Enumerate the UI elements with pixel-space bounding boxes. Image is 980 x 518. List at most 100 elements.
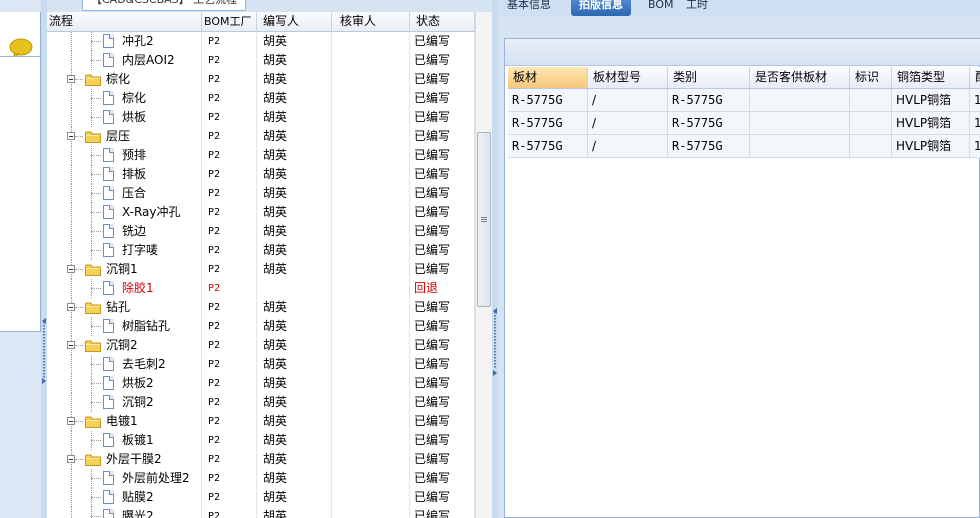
collapse-toggle-icon[interactable]	[67, 455, 75, 463]
collapse-toggle-icon[interactable]	[67, 265, 75, 273]
material-cell[interactable]: 1	[970, 112, 980, 134]
material-row[interactable]: R-5775G/R-5775G HVLP铜箔1	[508, 135, 980, 158]
material-cell[interactable]: R-5775G	[508, 112, 588, 134]
splitter-grip[interactable]	[43, 322, 45, 378]
expand-right-arrow-icon[interactable]	[493, 370, 497, 376]
material-cell[interactable]: HVLP铜箔	[892, 89, 970, 111]
tree-row[interactable]: 除胶1 P2 回退	[47, 279, 475, 298]
tree-row[interactable]: 层压 P2 胡英 已编写	[47, 127, 475, 146]
tree-row[interactable]: 贴膜2 P2 胡英 已编写	[47, 488, 475, 507]
tree-row[interactable]: 冲孔2 P2 胡英 已编写	[47, 32, 475, 51]
material-cell[interactable]: 1	[970, 135, 980, 157]
tree-row[interactable]: 预排 P2 胡英 已编写	[47, 146, 475, 165]
tree-title-tab[interactable]: 【CAD&CSCBAS】 工艺流程	[82, 0, 247, 11]
tree-row[interactable]: 排板 P2 胡英 已编写	[47, 165, 475, 184]
material-cell[interactable]	[850, 135, 892, 157]
tree-node-cell[interactable]: 外层前处理2	[47, 469, 202, 488]
collapse-toggle-icon[interactable]	[67, 75, 75, 83]
tree-node-cell[interactable]: 压合	[47, 184, 202, 203]
material-cell[interactable]: /	[588, 135, 668, 157]
tree-scrollbar-thumb[interactable]	[477, 132, 491, 307]
material-col-header[interactable]: 板材	[508, 67, 588, 88]
chat-bubble-icon[interactable]	[9, 38, 33, 58]
material-col-header[interactable]: 板材型号	[588, 67, 668, 88]
tree-row[interactable]: 打字唛 P2 胡英 已编写	[47, 241, 475, 260]
tree-row[interactable]: 烘板 P2 胡英 已编写	[47, 108, 475, 127]
material-cell[interactable]: R-5775G	[668, 89, 750, 111]
tree-row[interactable]: 烘板2 P2 胡英 已编写	[47, 374, 475, 393]
tree-row[interactable]: 沉铜2 P2 胡英 已编写	[47, 336, 475, 355]
tree-row[interactable]: 外层前处理2 P2 胡英 已编写	[47, 469, 475, 488]
tree-row[interactable]: 电镀1 P2 胡英 已编写	[47, 412, 475, 431]
tree-row[interactable]: X-Ray冲孔 P2 胡英 已编写	[47, 203, 475, 222]
tab-layup-info[interactable]: 拍版信息	[571, 0, 631, 16]
tree-row[interactable]: 棕化 P2 胡英 已编写	[47, 89, 475, 108]
tree-vertical-scrollbar[interactable]	[475, 12, 492, 518]
tree-node-cell[interactable]: 铣边	[47, 222, 202, 241]
material-col-header[interactable]: 配	[970, 67, 980, 88]
tab-bom[interactable]: BOM	[648, 0, 674, 16]
material-cell[interactable]: HVLP铜箔	[892, 135, 970, 157]
material-cell[interactable]: R-5775G	[668, 135, 750, 157]
tree-node-cell[interactable]: 棕化	[47, 70, 202, 89]
tree-node-cell[interactable]: 电镀1	[47, 412, 202, 431]
col-header-reviewer[interactable]: 核审人	[332, 12, 410, 31]
tree-node-cell[interactable]: 预排	[47, 146, 202, 165]
collapse-toggle-icon[interactable]	[67, 303, 75, 311]
tree-row[interactable]: 外层干膜2 P2 胡英 已编写	[47, 450, 475, 469]
tree-row[interactable]: 沉铜2 P2 胡英 已编写	[47, 393, 475, 412]
material-cell[interactable]: HVLP铜箔	[892, 112, 970, 134]
tab-work-hours[interactable]: 工时	[686, 0, 708, 16]
tree-node-cell[interactable]: 沉铜2	[47, 393, 202, 412]
tree-row[interactable]: 钻孔 P2 胡英 已编写	[47, 298, 475, 317]
tree-row[interactable]: 内层AOI2 P2 胡英 已编写	[47, 51, 475, 70]
tree-node-cell[interactable]: 沉铜2	[47, 336, 202, 355]
collapse-toggle-icon[interactable]	[67, 341, 75, 349]
material-cell[interactable]: /	[588, 89, 668, 111]
material-cell[interactable]: /	[588, 112, 668, 134]
tree-node-cell[interactable]: 外层干膜2	[47, 450, 202, 469]
tree-node-cell[interactable]: 棕化	[47, 89, 202, 108]
middle-splitter[interactable]	[492, 0, 498, 518]
tree-row[interactable]: 曝光2 P2 胡英 已编写	[47, 507, 475, 518]
material-cell[interactable]	[750, 89, 850, 111]
col-header-writer[interactable]: 编写人	[257, 12, 332, 31]
material-col-header[interactable]: 类别	[668, 67, 750, 88]
tree-row[interactable]: 沉铜1 P2 胡英 已编写	[47, 260, 475, 279]
collapse-toggle-icon[interactable]	[67, 417, 75, 425]
tree-row[interactable]: 压合 P2 胡英 已编写	[47, 184, 475, 203]
material-cell[interactable]: R-5775G	[508, 89, 588, 111]
tree-node-cell[interactable]: 去毛刺2	[47, 355, 202, 374]
tree-node-cell[interactable]: 内层AOI2	[47, 51, 202, 70]
tree-node-cell[interactable]: 除胶1	[47, 279, 202, 298]
material-cell[interactable]: 1	[970, 89, 980, 111]
tree-row[interactable]: 棕化 P2 胡英 已编写	[47, 70, 475, 89]
material-cell[interactable]	[850, 112, 892, 134]
material-cell[interactable]: R-5775G	[668, 112, 750, 134]
tree-node-cell[interactable]: 树脂钻孔	[47, 317, 202, 336]
material-col-header[interactable]: 标识	[850, 67, 892, 88]
tree-node-cell[interactable]: 贴膜2	[47, 488, 202, 507]
tree-node-cell[interactable]: X-Ray冲孔	[47, 203, 202, 222]
tree-node-cell[interactable]: 烘板2	[47, 374, 202, 393]
material-col-header[interactable]: 是否客供板材	[750, 67, 850, 88]
material-cell[interactable]	[850, 89, 892, 111]
material-col-header[interactable]: 铜箔类型	[892, 67, 970, 88]
tree-node-cell[interactable]: 层压	[47, 127, 202, 146]
tab-basic-info[interactable]: 基本信息	[507, 0, 551, 16]
tree-node-cell[interactable]: 烘板	[47, 108, 202, 127]
tree-row[interactable]: 树脂钻孔 P2 胡英 已编写	[47, 317, 475, 336]
collapse-toggle-icon[interactable]	[67, 132, 75, 140]
splitter-grip[interactable]	[494, 312, 496, 368]
tree-row[interactable]: 板镀1 P2 胡英 已编写	[47, 431, 475, 450]
material-cell[interactable]	[750, 112, 850, 134]
tree-node-cell[interactable]: 板镀1	[47, 431, 202, 450]
tree-row[interactable]: 铣边 P2 胡英 已编写	[47, 222, 475, 241]
expand-right-arrow-icon[interactable]	[42, 378, 46, 384]
material-row[interactable]: R-5775G/R-5775G HVLP铜箔1	[508, 89, 980, 112]
tree-row[interactable]: 去毛刺2 P2 胡英 已编写	[47, 355, 475, 374]
tree-node-cell[interactable]: 冲孔2	[47, 32, 202, 51]
tree-node-cell[interactable]: 曝光2	[47, 507, 202, 518]
tree-node-cell[interactable]: 打字唛	[47, 241, 202, 260]
material-cell[interactable]	[750, 135, 850, 157]
